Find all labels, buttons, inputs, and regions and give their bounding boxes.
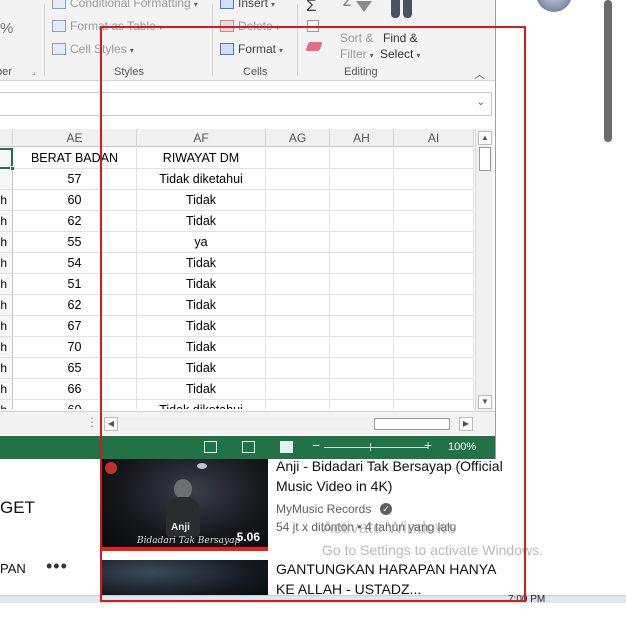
insert-cells-button[interactable]: Insert ▾ — [220, 0, 275, 10]
row-edge-cell[interactable]: h — [0, 379, 13, 400]
row-edge-cell[interactable]: h — [0, 400, 13, 409]
row-edge-cell[interactable]: h — [0, 358, 13, 379]
annotation-rectangle — [100, 26, 526, 602]
row-edge-cell[interactable]: h — [0, 190, 13, 211]
autosum-icon[interactable]: Σ — [306, 0, 317, 16]
screen: GET PAN ••• Anji Bidadari Tak Bersayap 5… — [0, 0, 626, 627]
table-icon — [52, 20, 66, 32]
number-group-label: per — [0, 66, 12, 78]
cell-styles-icon — [52, 43, 66, 55]
page-scrollbar-thumb[interactable] — [604, 0, 612, 142]
partial-label: PAN — [0, 561, 26, 576]
row-edge-cell[interactable]: h — [0, 274, 13, 295]
conditional-formatting-icon — [52, 0, 66, 9]
more-icon[interactable]: ••• — [46, 556, 68, 577]
row-edge-cell[interactable]: h — [0, 211, 13, 232]
row-edge-cell[interactable] — [0, 169, 13, 190]
partial-heading: GET — [0, 498, 35, 517]
row-edge-cell[interactable]: h — [0, 232, 13, 253]
row-edge-cell[interactable]: h — [0, 295, 13, 316]
filter-icon — [356, 1, 372, 12]
conditional-formatting-button[interactable]: Conditional Formatting ▾ — [52, 0, 198, 10]
sort-az-icon: Z — [343, 0, 351, 9]
percent-style-button[interactable]: % — [0, 20, 13, 37]
binoculars-icon — [390, 0, 414, 18]
row-edge-cell[interactable]: h — [0, 316, 13, 337]
dialog-launcher-icon[interactable]: ⌟ — [32, 67, 36, 76]
tab-splitter-icon[interactable]: ⋮ — [86, 415, 98, 429]
row-edge-cell[interactable]: h — [0, 253, 13, 274]
fill-handle[interactable] — [10, 166, 15, 171]
insert-icon — [220, 0, 234, 9]
row-edge-cell[interactable]: h — [0, 337, 13, 358]
user-avatar[interactable] — [536, 0, 572, 12]
column-header-partial[interactable] — [0, 129, 13, 147]
